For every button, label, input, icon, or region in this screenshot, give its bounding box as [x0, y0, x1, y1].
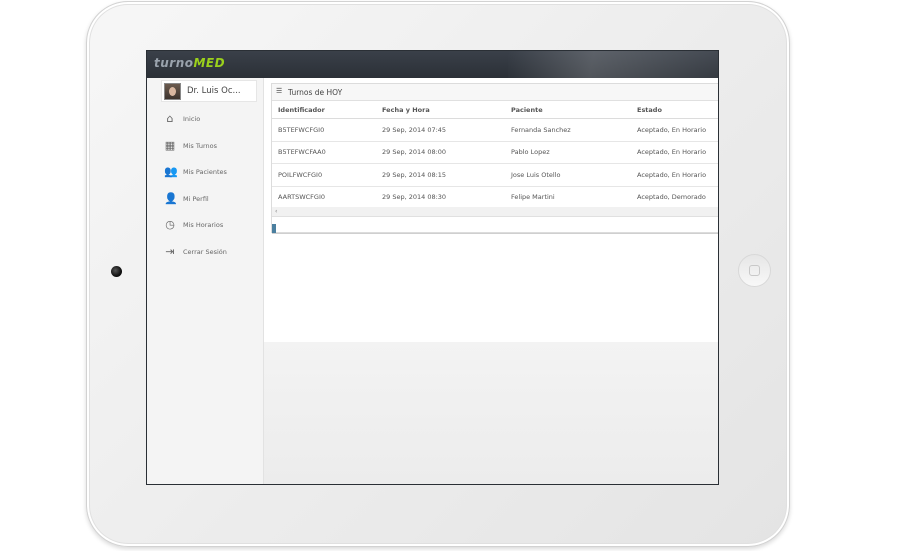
- cell-fecha: 29 Sep, 2014 08:30: [376, 186, 505, 209]
- calendar-icon: ▦: [164, 138, 176, 152]
- logo-text-turno: turno: [154, 56, 194, 70]
- content-background: [264, 342, 718, 484]
- cell-identificador: POILFWCFGI0: [272, 163, 376, 187]
- table-header-row: Identificador Fecha y Hora Paciente Esta…: [272, 101, 718, 119]
- pager-indicator[interactable]: [272, 224, 276, 233]
- cell-fecha: 29 Sep, 2014 08:15: [376, 163, 505, 187]
- column-header[interactable]: Identificador: [272, 101, 376, 119]
- table-footer: [272, 224, 718, 234]
- users-icon: 👥: [164, 165, 178, 178]
- sidebar-item-label: Inicio: [183, 115, 201, 123]
- column-header[interactable]: Fecha y Hora: [376, 101, 505, 119]
- list-icon: ☰: [276, 87, 283, 95]
- sidebar-item-mis-horarios[interactable]: ◷ Mis Horarios: [147, 219, 263, 246]
- sidebar-item-label: Mis Turnos: [183, 141, 218, 150]
- user-card[interactable]: Dr. Luis Oc...: [161, 80, 257, 102]
- cell-fecha: 29 Sep, 2014 08:00: [376, 141, 505, 164]
- cell-identificador: AARTSWCFGI0: [272, 186, 376, 209]
- sidebar-item-label: Mi Perfil: [183, 194, 209, 203]
- avatar-face: [169, 87, 176, 96]
- top-bar-shine: [508, 51, 718, 78]
- horizontal-scrollbar[interactable]: ‹: [272, 207, 718, 217]
- table-row[interactable]: B5TEFWCFGI0 29 Sep, 2014 07:45 Fernanda …: [272, 118, 718, 142]
- logo-text-med: MED: [193, 56, 226, 70]
- clock-icon: ◷: [165, 218, 175, 231]
- column-header[interactable]: Paciente: [505, 101, 631, 119]
- sidebar-nav: ⌂ Inicio ▦ Mis Turnos 👥 Mis Pacientes 👤 …: [147, 113, 263, 272]
- cell-paciente: Felipe Martini: [505, 186, 631, 209]
- cell-identificador: B5TEFWCFGI0: [272, 118, 376, 142]
- screen: turnoMED Dr. Luis Oc... ⌂ Inicio ▦ Mis T…: [146, 50, 719, 485]
- user-name: Dr. Luis Oc...: [187, 86, 241, 96]
- sidebar-item-inicio[interactable]: ⌂ Inicio: [147, 113, 263, 140]
- camera: [111, 266, 122, 277]
- sidebar-item-cerrar-sesion[interactable]: ⇥ Cerrar Sesión: [147, 244, 263, 273]
- user-profile-icon: 👤: [164, 191, 178, 205]
- sidebar-item-mi-perfil[interactable]: 👤 Mi Perfil: [147, 191, 263, 220]
- column-header[interactable]: Estado: [631, 101, 718, 119]
- cell-estado: Aceptado, En Horario: [631, 118, 718, 142]
- scroll-left-icon[interactable]: ‹: [275, 208, 277, 215]
- panel-header: ☰ Turnos de HOY: [272, 84, 718, 101]
- cell-estado: Aceptado, En Horario: [631, 163, 718, 187]
- cell-paciente: Jose Luis Otello: [505, 163, 631, 187]
- table-row[interactable]: B5TEFWCFAA0 29 Sep, 2014 08:00 Pablo Lop…: [272, 141, 718, 164]
- cell-estado: Aceptado, En Horario: [631, 141, 718, 164]
- top-bar: turnoMED: [147, 51, 718, 78]
- sidebar-item-mis-pacientes[interactable]: 👥 Mis Pacientes: [147, 166, 263, 193]
- cell-paciente: Pablo Lopez: [505, 141, 631, 164]
- table-row[interactable]: AARTSWCFGI0 29 Sep, 2014 08:30 Felipe Ma…: [272, 186, 718, 209]
- cell-paciente: Fernanda Sanchez: [505, 118, 631, 142]
- sidebar-item-mis-turnos[interactable]: ▦ Mis Turnos: [147, 138, 263, 167]
- home-icon: ⌂: [166, 112, 174, 125]
- cell-fecha: 29 Sep, 2014 07:45: [376, 118, 505, 142]
- turnos-panel: ☰ Turnos de HOY Identificador Fecha y Ho…: [271, 83, 718, 234]
- avatar: [164, 83, 181, 100]
- sidebar: Dr. Luis Oc... ⌂ Inicio ▦ Mis Turnos 👥 M…: [147, 78, 264, 484]
- sidebar-item-label: Cerrar Sesión: [183, 247, 227, 256]
- sidebar-item-label: Mis Horarios: [183, 221, 224, 229]
- table-row[interactable]: POILFWCFGI0 29 Sep, 2014 08:15 Jose Luis…: [272, 163, 718, 187]
- app-logo[interactable]: turnoMED: [154, 56, 225, 70]
- panel-title: Turnos de HOY: [288, 88, 343, 97]
- cell-estado: Aceptado, Demorado: [631, 186, 718, 209]
- logout-icon: ⇥: [165, 244, 175, 258]
- turnos-table: Identificador Fecha y Hora Paciente Esta…: [272, 101, 718, 209]
- sidebar-item-label: Mis Pacientes: [183, 168, 227, 176]
- home-button-icon: [749, 265, 760, 276]
- cell-identificador: B5TEFWCFAA0: [272, 141, 376, 164]
- home-button[interactable]: [738, 254, 771, 287]
- main-content: ☰ Turnos de HOY Identificador Fecha y Ho…: [264, 78, 718, 484]
